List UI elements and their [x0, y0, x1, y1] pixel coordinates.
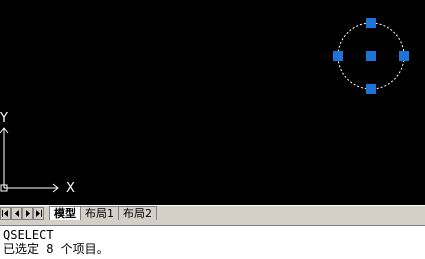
grip-left[interactable] [333, 51, 343, 61]
grip-bottom[interactable] [366, 84, 376, 94]
tab-model[interactable]: 模型 [49, 206, 81, 220]
ucs-x-label: X [66, 181, 75, 196]
next-tab-button[interactable] [22, 207, 33, 220]
tab-layout1[interactable]: 布局1 [80, 206, 119, 220]
horizontal-scroll-area[interactable] [157, 206, 425, 220]
layout-tab-bar: 模型 布局1 布局2 [0, 205, 425, 220]
grip-right[interactable] [399, 51, 409, 61]
previous-tab-button[interactable] [11, 207, 22, 220]
first-tab-button[interactable] [0, 207, 11, 220]
grip-center[interactable] [366, 51, 376, 61]
first-arrow-icon [2, 210, 8, 217]
last-tab-button[interactable] [33, 207, 44, 220]
command-history-line: QSELECT [3, 228, 54, 242]
command-window[interactable]: QSELECT 已选定 8 个项目。 [0, 226, 425, 259]
drawing-canvas[interactable]: Y X [0, 0, 425, 205]
last-arrow-icon [36, 210, 42, 217]
tab-layout2[interactable]: 布局2 [118, 206, 157, 220]
grip-top[interactable] [366, 18, 376, 28]
drawing-area[interactable] [0, 0, 425, 205]
right-arrow-icon [25, 210, 30, 217]
left-arrow-icon [14, 210, 19, 217]
ucs-y-label: Y [0, 111, 8, 126]
ucs-icon [0, 127, 59, 193]
command-history-line: 已选定 8 个项目。 [3, 242, 109, 256]
